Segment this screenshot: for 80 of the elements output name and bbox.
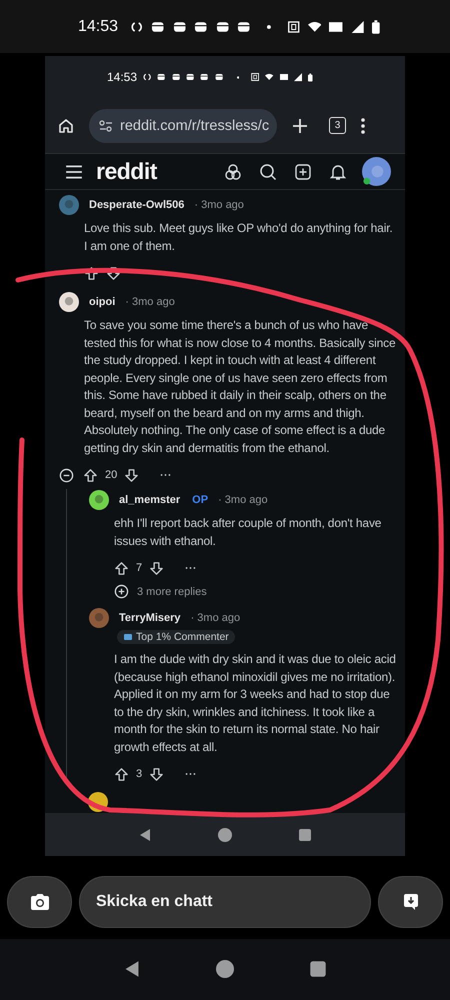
nfc-icon (251, 72, 260, 82)
avatar-icon[interactable] (88, 792, 108, 812)
search-icon[interactable] (259, 162, 277, 181)
comment-text: Love this sub. Meet guys like OP who'd do anything for hair. I am one of them. (84, 220, 394, 255)
reddit-logo[interactable]: reddit (96, 158, 157, 186)
vote-count: 3 (136, 768, 142, 780)
chat-input-field[interactable]: Skicka en chatt (79, 876, 371, 928)
avatar-icon[interactable] (59, 292, 79, 312)
username[interactable]: Desperate-Owl506 (89, 199, 184, 212)
downvote-icon[interactable] (149, 560, 164, 576)
notification-icon (200, 72, 209, 82)
dot-icon (266, 24, 271, 29)
battery-icon (372, 20, 380, 34)
flair-tag: Top 1% Commenter (117, 630, 235, 644)
camera-icon (28, 892, 50, 912)
notification-icon (157, 72, 166, 82)
more-options-icon[interactable] (160, 473, 172, 478)
downvote-icon[interactable] (149, 766, 164, 782)
expand-icon (114, 584, 129, 600)
notification-icon (151, 20, 165, 33)
home-icon[interactable] (57, 116, 75, 135)
notification-icon (186, 72, 194, 82)
notification-icon (172, 72, 180, 82)
sync-icon (130, 20, 144, 33)
collapse-icon[interactable] (59, 468, 74, 483)
notification-icon (172, 20, 186, 33)
wifi-icon (308, 20, 322, 33)
bell-icon[interactable] (329, 162, 347, 181)
create-post-icon[interactable] (294, 162, 312, 181)
battery-icon (308, 72, 313, 83)
upvote-icon[interactable] (114, 560, 129, 576)
username[interactable]: TerryMisery (119, 612, 181, 624)
profile-avatar-icon[interactable] (362, 157, 391, 186)
clock: 14:53 (107, 70, 138, 84)
recents-icon[interactable] (298, 828, 312, 842)
flair-icon (123, 632, 133, 642)
upvote-icon[interactable] (114, 766, 129, 782)
address-bar[interactable]: reddit.com/r/tressless/c (89, 108, 277, 143)
home-button-icon[interactable] (218, 828, 232, 842)
volte-icon (329, 20, 343, 33)
downvote-icon[interactable] (106, 266, 121, 281)
notification-icon (216, 20, 230, 33)
nfc-icon (286, 20, 300, 33)
sync-icon (143, 72, 152, 82)
comment-text: To save you some time there's a bunch of us who have tested this for what is now close to 4 months. Basically since the study dropped. I kept in touch with at least 4 different people. Every single one of us have seen zero effects from this. Some have rubbed it daily in their scalp, others on the beard, myself on the beard and on my arms and thigh. Absolutely nothing. The only case of some effect is a dude getting dry skin and dermatitis from the ethanol. (84, 317, 397, 457)
vote-count: 7 (136, 562, 142, 574)
upvote-icon[interactable] (83, 468, 98, 483)
vote-count: 20 (105, 469, 118, 482)
more-options-icon[interactable] (185, 566, 196, 570)
username[interactable]: oipoi (89, 296, 116, 308)
comment-text: ehh I'll report back after couple of month, don't have issues with ethanol. (114, 515, 382, 550)
signal-icon (350, 20, 364, 33)
comment-time: · 3mo ago (125, 296, 175, 308)
wifi-icon (265, 72, 274, 82)
username[interactable]: al_memster (119, 494, 180, 506)
clock: 14:53 (78, 18, 118, 36)
avatar-icon[interactable] (89, 490, 109, 510)
upvote-icon[interactable] (84, 266, 99, 281)
notification-icon (237, 20, 251, 33)
menu-icon[interactable] (65, 162, 83, 181)
dot-icon (236, 76, 240, 79)
volte-icon (280, 72, 288, 82)
downvote-icon[interactable] (124, 468, 140, 483)
more-options-icon[interactable] (185, 772, 196, 776)
popular-icon[interactable] (224, 162, 242, 181)
notification-icon (214, 72, 223, 82)
signal-icon (294, 72, 302, 82)
new-tab-icon[interactable] (291, 116, 309, 135)
notification-icon (194, 20, 208, 33)
home-button-icon[interactable] (216, 960, 234, 978)
comment-time: · 3mo ago (194, 199, 244, 212)
comment-text: I am the dude with dry skin and it was due to oleic acid (because high ethanol minoxidil gives me no irritation). Applied it on my arm for 3 weeks and had to stop due to the dry skin, wrinkles and itchiness. It took like a month for the skin to return its normal state. No hair growth effects at all. (114, 651, 397, 756)
back-icon[interactable] (138, 828, 152, 842)
comment-time: · 3mo ago (190, 612, 240, 624)
tab-count-button[interactable]: 3 (329, 117, 346, 134)
comment-time: · 3mo ago (218, 494, 268, 506)
recents-icon[interactable] (309, 960, 328, 978)
more-replies-link[interactable]: 3 more replies (114, 584, 207, 600)
op-tag: OP (192, 494, 208, 506)
menu-icon[interactable] (360, 116, 366, 135)
